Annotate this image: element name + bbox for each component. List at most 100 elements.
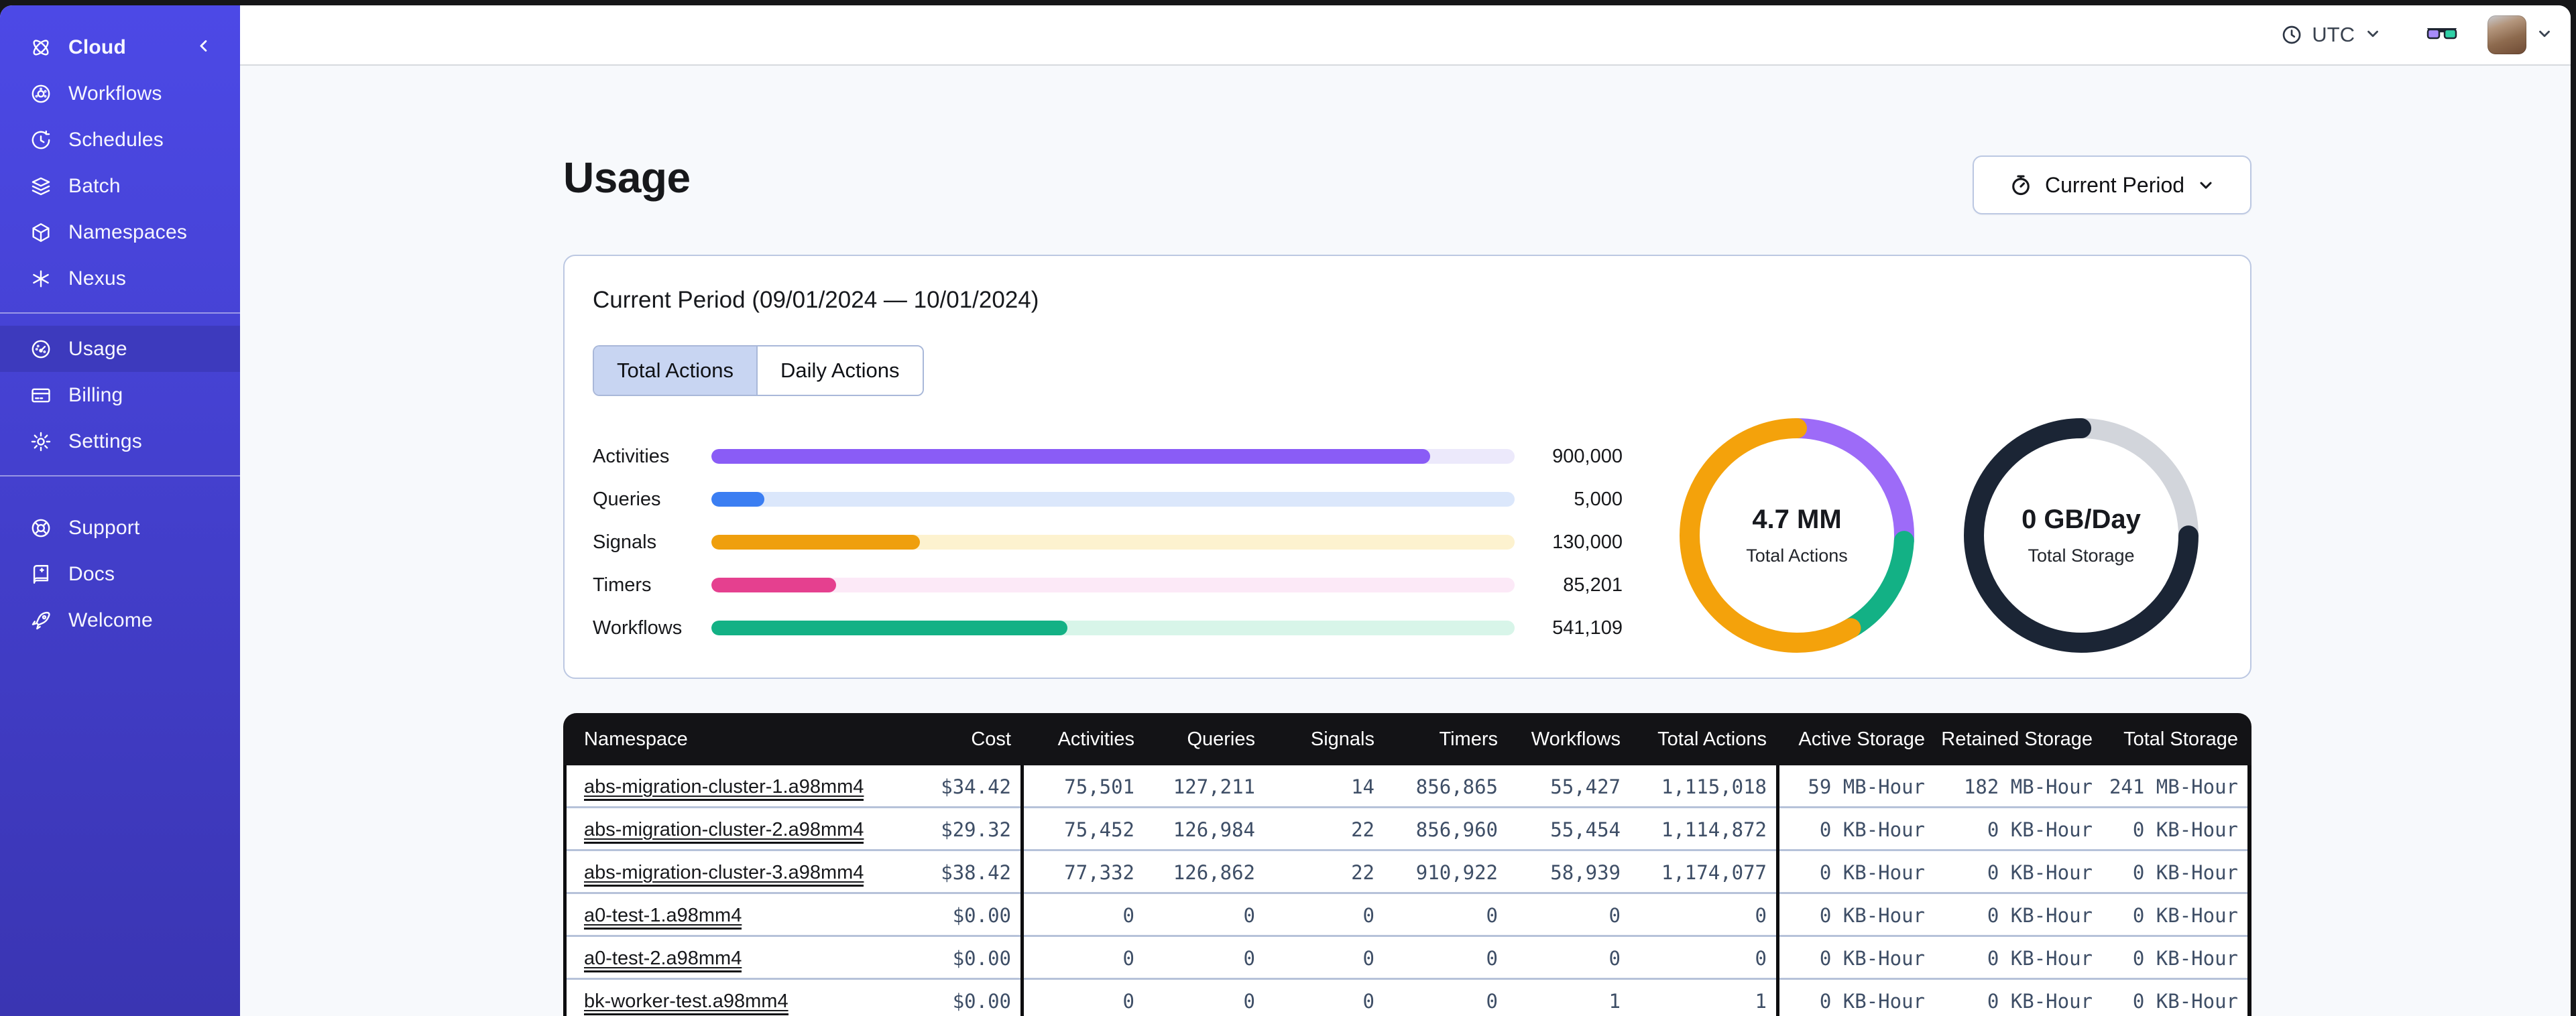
sidebar-item-docs[interactable]: Docs (0, 551, 240, 597)
tab-daily-actions[interactable]: Daily Actions (758, 346, 923, 395)
value-cell: 22 (1351, 818, 1374, 841)
chevron-down-icon (2200, 182, 2212, 189)
bar-track (711, 492, 1515, 507)
bar-fill (711, 578, 836, 592)
sidebar-item-label: Nexus (68, 267, 127, 290)
value-cell: 0 KB-Hour (1987, 947, 2093, 970)
value-cell: 856,960 (1415, 818, 1498, 841)
bar-value: 5,000 (1574, 488, 1623, 510)
schedules-icon (30, 129, 52, 151)
value-cell: 910,922 (1415, 861, 1498, 884)
sidebar-item-batch[interactable]: Batch (0, 163, 240, 209)
table-row: bk-worker-test.a98mm4 $0.00 0 0 0 0 1 1 0 KB-Hou… (567, 980, 2247, 1016)
bar-label: Timers (593, 574, 652, 596)
bar-value: 85,201 (1563, 574, 1623, 596)
value-cell: 182 MB-Hour (1963, 775, 2093, 798)
value-cell: 0 (1486, 947, 1498, 970)
docs-book-icon (30, 563, 52, 586)
total-storage-donut: 0 GB/Day Total Storage (1960, 415, 2202, 656)
bar-value: 130,000 (1552, 531, 1623, 553)
namespace-link[interactable]: abs-migration-cluster-3.a98mm4 (584, 861, 864, 887)
tab-total-actions[interactable]: Total Actions (594, 346, 758, 395)
value-cell: 0 KB-Hour (1776, 980, 1934, 1016)
sidebar-divider (0, 475, 240, 477)
namespace-link[interactable]: abs-migration-cluster-2.a98mm4 (584, 818, 864, 844)
sidebar-item-namespaces[interactable]: Namespaces (0, 209, 240, 255)
column-header-namespace: Namespace (584, 728, 688, 750)
temporal-logo-icon (30, 36, 52, 59)
nexus-icon (30, 267, 52, 290)
column-header-active-storage: Active Storage (1798, 728, 1925, 750)
value-cell: 77,332 (1020, 851, 1144, 894)
sidebar-item-label: Billing (68, 383, 123, 406)
chevron-down-icon[interactable] (2536, 25, 2553, 46)
sidebar-brand-cloud[interactable]: Cloud (0, 24, 240, 70)
namespace-cell: a0-test-2.a98mm4 (567, 947, 935, 972)
value-cell: 0 (1020, 894, 1144, 937)
value-cell: 0 (1243, 904, 1255, 927)
value-cell: 22 (1351, 861, 1374, 884)
sidebar-item-label: Workflows (68, 82, 162, 105)
table-row: a0-test-2.a98mm4 $0.00 0 0 0 0 0 0 0 KB-Hour 0 KB… (567, 937, 2247, 980)
namespace-link[interactable]: a0-test-2.a98mm4 (584, 947, 742, 972)
sidebar-item-support[interactable]: Support (0, 505, 240, 551)
value-cell: 0 (1608, 947, 1621, 970)
namespace-link[interactable]: bk-worker-test.a98mm4 (584, 990, 788, 1015)
column-header-retained-storage: Retained Storage (1941, 728, 2093, 750)
value-cell: 0 KB-Hour (2132, 861, 2238, 884)
sidebar-item-label: Welcome (68, 609, 153, 631)
sidebar-item-workflows[interactable]: Workflows (0, 70, 240, 117)
value-cell: $34.42 (941, 775, 1011, 798)
column-header-activities: Activities (1057, 728, 1134, 750)
value-cell: 59 MB-Hour (1776, 765, 1934, 808)
namespace-cell: bk-worker-test.a98mm4 (567, 990, 935, 1015)
column-header-total-actions: Total Actions (1657, 728, 1767, 750)
actions-tab-group: Total Actions Daily Actions (593, 345, 924, 396)
value-cell: 58,939 (1550, 861, 1621, 884)
value-cell: 0 KB-Hour (1776, 894, 1934, 937)
value-cell: 127,211 (1173, 775, 1255, 798)
period-selector-button[interactable]: Current Period (1973, 155, 2251, 214)
value-cell: 0 (1362, 904, 1374, 927)
timezone-selector[interactable]: UTC (2281, 23, 2382, 47)
value-cell: 0 (1486, 904, 1498, 927)
sidebar-item-label: Namespaces (68, 220, 188, 243)
value-cell: 1,174,077 (1661, 861, 1767, 884)
sidebar-item-label: Docs (68, 562, 115, 585)
support-lifebuoy-icon (30, 517, 52, 539)
namespace-link[interactable]: a0-test-1.a98mm4 (584, 904, 742, 930)
avatar[interactable] (2487, 15, 2526, 54)
value-cell: 0 KB-Hour (1776, 808, 1934, 851)
value-cell: 75,501 (1020, 765, 1144, 808)
clock-icon (2282, 25, 2301, 44)
sidebar: Cloud Workflows Schedules Batch Namespac… (0, 5, 240, 1016)
bar-track (711, 621, 1515, 635)
sidebar-divider (0, 312, 240, 314)
bar-label: Signals (593, 531, 657, 553)
sidebar-item-schedules[interactable]: Schedules (0, 117, 240, 163)
sidebar-item-usage[interactable]: Usage (0, 326, 240, 372)
sidebar-item-settings[interactable]: Settings (0, 418, 240, 464)
donut-value: 0 GB/Day (2022, 505, 2141, 534)
glasses-icon[interactable] (2424, 20, 2459, 50)
bar-value: 541,109 (1552, 617, 1623, 639)
sidebar-item-nexus[interactable]: Nexus (0, 255, 240, 302)
settings-gear-icon (30, 430, 52, 453)
value-cell: 75,452 (1020, 808, 1144, 851)
value-cell: $38.42 (941, 861, 1011, 884)
usage-gauge-icon (30, 338, 52, 361)
chevron-left-icon[interactable] (194, 36, 213, 58)
column-header-signals: Signals (1310, 728, 1374, 750)
value-cell: 0 (1020, 980, 1144, 1016)
value-cell: 0 KB-Hour (2132, 904, 2238, 927)
value-cell: 0 KB-Hour (1987, 904, 2093, 927)
donut-caption: Total Actions (1746, 546, 1848, 566)
bar-fill (711, 621, 1067, 635)
sidebar-item-label: Batch (68, 174, 121, 197)
bar-label: Queries (593, 488, 661, 510)
sidebar-item-billing[interactable]: Billing (0, 372, 240, 418)
value-cell: 126,862 (1173, 861, 1255, 884)
value-cell: 0 KB-Hour (1987, 861, 2093, 884)
namespace-link[interactable]: abs-migration-cluster-1.a98mm4 (584, 775, 864, 801)
sidebar-item-welcome[interactable]: Welcome (0, 597, 240, 643)
